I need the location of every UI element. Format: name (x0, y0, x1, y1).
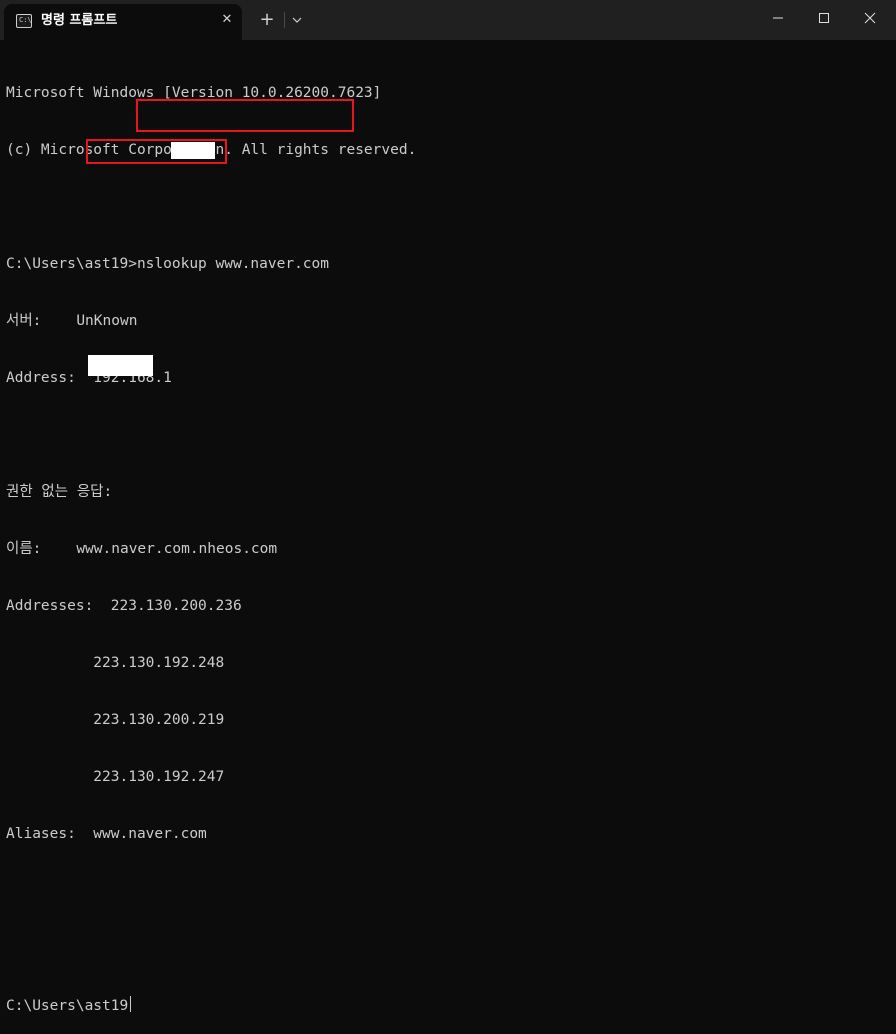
title-bar: C:\ 명령 프롬프트 ✕ + (0, 0, 896, 40)
address-highlight-box (86, 139, 227, 164)
terminal-line: 서버: UnKnown (6, 313, 138, 329)
tab-command-prompt[interactable]: C:\ 명령 프롬프트 ✕ (4, 4, 242, 40)
close-tab-icon[interactable]: ✕ (218, 11, 236, 29)
maximize-button[interactable] (801, 0, 847, 36)
cmd-icon-glyph: C:\ (19, 16, 32, 24)
tab-title: 명령 프롬프트 (41, 13, 118, 28)
minimize-icon (773, 17, 783, 19)
terminal-line: Aliases: www.naver.com (6, 826, 207, 842)
terminal-line: 이름: www.naver.com.nheos.com (6, 541, 278, 557)
terminal-line: Addresses: 223.130.200.236 (6, 598, 242, 614)
close-window-button[interactable] (847, 0, 893, 36)
terminal-line: 223.130.192.248 (6, 655, 225, 671)
command-highlight-box (136, 99, 354, 132)
command-line: C:\Users\ast19>nslookup www.naver.com (6, 256, 330, 272)
terminal-line: 223.130.200.219 (6, 712, 225, 728)
username-redaction (88, 355, 153, 376)
cmd-icon: C:\ (16, 14, 32, 28)
prompt-line: C:\Users\ast19 (6, 996, 890, 1015)
chevron-down-icon[interactable] (288, 11, 306, 29)
prompt-text: C:\Users\ast19 (6, 998, 129, 1014)
terminal-line: 223.130.192.247 (6, 769, 225, 785)
maximize-icon (819, 13, 829, 23)
text-cursor (130, 996, 132, 1012)
new-tab-button[interactable]: + (256, 9, 278, 31)
close-icon (864, 12, 876, 24)
terminal-line: 권한 없는 응답: (6, 484, 113, 500)
minimize-button[interactable] (755, 0, 801, 36)
tab-separator (284, 12, 285, 28)
